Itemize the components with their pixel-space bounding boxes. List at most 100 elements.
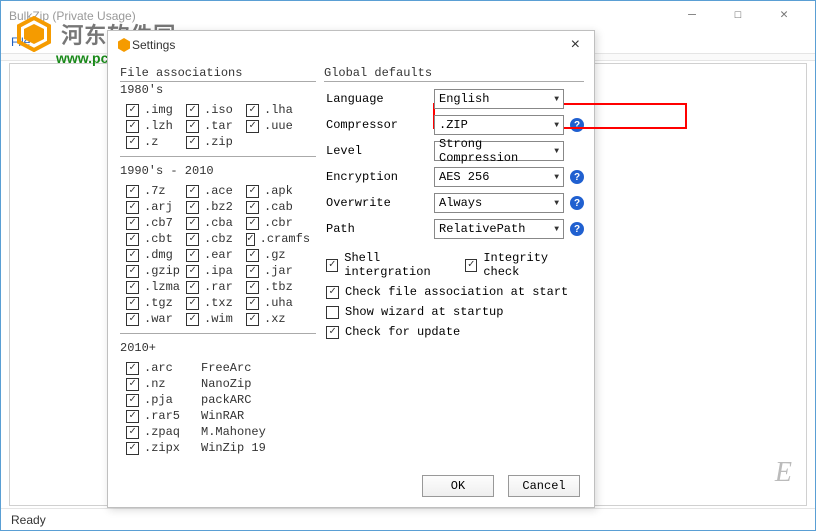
checkbox[interactable] (126, 442, 139, 455)
checkbox[interactable] (186, 233, 199, 246)
checkbox[interactable] (246, 297, 259, 310)
ext-label: .nz (144, 377, 189, 391)
help-icon[interactable]: ? (570, 118, 584, 132)
label-overwrite: Overwrite (324, 196, 434, 210)
ext-label: .lha (264, 103, 293, 117)
checkbox[interactable] (246, 313, 259, 326)
checkbox[interactable] (246, 104, 259, 117)
checkbox[interactable] (126, 120, 139, 133)
combo-level[interactable]: Strong Compression▼ (434, 141, 564, 161)
ok-button[interactable]: OK (422, 475, 494, 497)
assoc-item: .lha (246, 102, 306, 118)
checkbox[interactable] (186, 265, 199, 278)
ext-label: .ear (204, 248, 233, 262)
combo-language[interactable]: English▼ (434, 89, 564, 109)
checkbox[interactable] (246, 249, 259, 262)
defaults-form: Language English▼ Compressor .ZIP▼ ? Lev… (324, 82, 584, 242)
combo-path[interactable]: RelativePath▼ (434, 219, 564, 239)
ext-label: .wim (204, 312, 233, 326)
row-compressor: Compressor .ZIP▼ ? (324, 112, 584, 138)
assoc-item: .tar (186, 118, 246, 134)
maximize-icon[interactable]: ☐ (715, 0, 761, 29)
status-bar: Ready (1, 508, 815, 530)
checkbox[interactable] (246, 233, 255, 246)
checkbox[interactable] (126, 217, 139, 230)
checkbox[interactable] (126, 281, 139, 294)
checkbox[interactable] (186, 104, 199, 117)
ext-label: .tgz (144, 296, 173, 310)
combo-compressor[interactable]: .ZIP▼ (434, 115, 564, 135)
checkbox-wizard[interactable] (326, 306, 339, 319)
ext-label: .cba (204, 216, 233, 230)
checkbox[interactable] (126, 297, 139, 310)
checkbox[interactable] (126, 136, 139, 149)
checkbox[interactable] (186, 136, 199, 149)
checkbox[interactable] (246, 217, 259, 230)
cancel-button[interactable]: Cancel (508, 475, 580, 497)
checkbox[interactable] (186, 120, 199, 133)
checkbox[interactable] (186, 297, 199, 310)
row-encryption: Encryption AES 256▼ ? (324, 164, 584, 190)
checkbox[interactable] (246, 281, 259, 294)
checkbox[interactable] (246, 120, 259, 133)
assoc-item: .tbz (246, 279, 306, 295)
assoc-item: .gzip (126, 263, 186, 279)
help-icon[interactable]: ? (570, 170, 584, 184)
ext-label: .cbr (264, 216, 293, 230)
checkbox[interactable] (126, 249, 139, 262)
checkbox[interactable] (126, 104, 139, 117)
checkbox[interactable] (246, 185, 259, 198)
ext-label: .iso (204, 103, 233, 117)
ext-label: .zpaq (144, 425, 189, 439)
group-1980s-items: .img.iso.lha.lzh.tar.uue.z.zip (118, 98, 316, 156)
assoc-item: .ipa (186, 263, 246, 279)
checkbox[interactable] (126, 410, 139, 423)
checkbox-shell[interactable] (326, 259, 338, 272)
checkbox[interactable] (186, 217, 199, 230)
ext-label: .lzma (144, 280, 180, 294)
checkbox[interactable] (246, 201, 259, 214)
checkbox-update[interactable] (326, 326, 339, 339)
ext-label: .war (144, 312, 173, 326)
checkbox[interactable] (126, 362, 139, 375)
settings-close-icon[interactable]: × (565, 34, 586, 56)
settings-title: Settings (132, 38, 175, 52)
assoc-item: .xz (246, 311, 306, 327)
opt-row-shell-integrity: Shell intergration Integrity check (326, 248, 584, 282)
help-icon[interactable]: ? (570, 196, 584, 210)
help-icon[interactable]: ? (570, 222, 584, 236)
checkbox[interactable] (126, 265, 139, 278)
checkbox[interactable] (246, 265, 259, 278)
ext-label: .uha (264, 296, 293, 310)
checkbox[interactable] (186, 185, 199, 198)
menu-file[interactable]: File (11, 35, 30, 49)
checkbox[interactable] (186, 249, 199, 262)
assoc-item: .bz2 (186, 199, 246, 215)
ext-label: .zip (204, 135, 233, 149)
checkbox-assoc[interactable] (326, 286, 339, 299)
ext-name: FreeArc (201, 361, 251, 375)
checkbox[interactable] (126, 201, 139, 214)
close-icon[interactable]: ✕ (761, 0, 807, 29)
assoc-item: .iso (186, 102, 246, 118)
checkbox[interactable] (126, 233, 139, 246)
ext-label: .arj (144, 200, 173, 214)
combo-encryption[interactable]: AES 256▼ (434, 167, 564, 187)
checkbox-integrity[interactable] (465, 259, 477, 272)
checkbox[interactable] (186, 281, 199, 294)
checkbox[interactable] (126, 378, 139, 391)
minimize-icon[interactable]: — (669, 0, 715, 29)
checkbox[interactable] (126, 394, 139, 407)
checkbox[interactable] (126, 185, 139, 198)
assoc-item: .zipxWinZip 19 (126, 440, 306, 456)
checkbox[interactable] (186, 313, 199, 326)
checkbox[interactable] (126, 426, 139, 439)
status-text: Ready (11, 513, 46, 527)
combo-overwrite[interactable]: Always▼ (434, 193, 564, 213)
checkbox[interactable] (186, 201, 199, 214)
ext-name: packARC (201, 393, 251, 407)
checkbox[interactable] (126, 313, 139, 326)
assoc-item: .cbz (186, 231, 246, 247)
ext-label: .bz2 (204, 200, 233, 214)
combo-language-value: English (439, 92, 489, 106)
